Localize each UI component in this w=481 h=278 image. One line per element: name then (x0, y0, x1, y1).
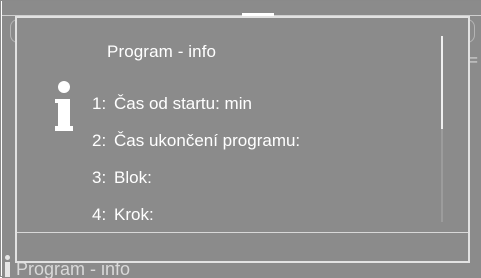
item-label: Čas ukončení programu: (114, 131, 301, 150)
item-number: 3: (92, 168, 107, 187)
list-item[interactable]: 1: Čas od startu: min (92, 94, 300, 131)
device-frame: = Program - info Program - info 1: Čas od… (0, 0, 481, 278)
list-item[interactable]: 4: Krok: (92, 205, 300, 242)
list-item[interactable]: 2: Čas ukončení programu: (92, 131, 300, 168)
item-label: Blok: (114, 168, 152, 187)
list-item[interactable]: 3: Blok: (92, 168, 300, 205)
screen: = Program - info Program - info 1: Čas od… (2, 1, 481, 278)
program-info-dialog[interactable]: Program - info 1: Čas od startu: min 2: Ča… (15, 16, 470, 263)
dialog-separator (17, 232, 468, 233)
background-info-icon (4, 255, 12, 277)
info-list: 1: Čas od startu: min 2: Čas ukončení prog… (92, 94, 300, 242)
scrollbar-thumb[interactable] (441, 36, 443, 129)
item-number: 4: (92, 205, 107, 224)
item-number: 2: (92, 131, 107, 150)
background-menu-icon: = (468, 52, 478, 69)
item-label: Čas od startu: min (114, 94, 252, 113)
item-number: 1: (92, 94, 107, 113)
info-icon (55, 81, 73, 136)
item-label: Krok: (114, 205, 154, 224)
dialog-title: Program - info (107, 42, 217, 61)
